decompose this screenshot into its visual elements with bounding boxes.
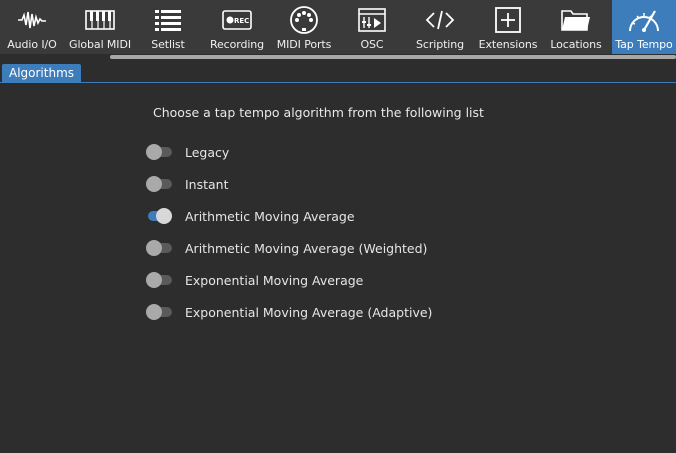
toggle-switch[interactable]: [146, 176, 172, 192]
tab-bar: Algorithms: [0, 62, 676, 83]
option-arithmetic-moving-average-weighted[interactable]: Arithmetic Moving Average (Weighted): [146, 238, 427, 258]
toggle-switch[interactable]: [146, 272, 172, 288]
option-instant[interactable]: Instant: [146, 174, 229, 194]
toggle-switch[interactable]: [146, 240, 172, 256]
toolbar-item-midi-ports[interactable]: MIDI Ports: [272, 0, 336, 54]
keyboard-icon: [82, 4, 118, 36]
midi-port-icon: [286, 4, 322, 36]
toolbar-item-audio-io[interactable]: Audio I/O: [0, 0, 64, 54]
tab-algorithms[interactable]: Algorithms: [2, 64, 82, 82]
toolbar-label: OSC: [360, 38, 384, 51]
rec-badge: REC: [234, 17, 249, 25]
rec-icon: REC: [219, 4, 255, 36]
toolbar-label: Setlist: [151, 38, 185, 51]
folder-icon: [558, 4, 594, 36]
toolbar-item-locations[interactable]: Locations: [546, 0, 606, 54]
toolbar-label: Global MIDI: [69, 38, 131, 51]
toolbar-item-extensions[interactable]: Extensions: [476, 0, 540, 54]
gauge-icon: [626, 4, 662, 36]
toggle-switch[interactable]: [146, 304, 172, 320]
option-label: Instant: [185, 176, 229, 192]
toolbar-item-recording[interactable]: REC Recording: [204, 0, 270, 54]
option-exponential-moving-average-adaptive[interactable]: Exponential Moving Average (Adaptive): [146, 302, 432, 322]
toggle-switch[interactable]: [146, 208, 172, 224]
toolbar-label: MIDI Ports: [276, 38, 332, 51]
osc-icon: [354, 4, 390, 36]
option-label: Arithmetic Moving Average: [185, 208, 355, 224]
plus-box-icon: [490, 4, 526, 36]
toolbar-label: Scripting: [415, 38, 464, 51]
toolbar-label: Locations: [550, 38, 602, 51]
toolbar-item-setlist[interactable]: Setlist: [138, 0, 198, 54]
code-icon: [422, 4, 458, 36]
page-heading: Choose a tap tempo algorithm from the fo…: [153, 105, 484, 120]
toolbar: Audio I/O Global MIDI Setlist REC Record…: [0, 0, 676, 54]
toolbar-label: Recording: [209, 38, 265, 51]
option-arithmetic-moving-average[interactable]: Arithmetic Moving Average: [146, 206, 355, 226]
option-label: Legacy: [185, 144, 230, 160]
toolbar-label: Extensions: [478, 38, 538, 51]
option-label: Arithmetic Moving Average (Weighted): [185, 240, 428, 256]
option-label: Exponential Moving Average: [185, 272, 364, 288]
toolbar-scrollbar[interactable]: [110, 55, 676, 59]
toggle-switch[interactable]: [146, 144, 172, 160]
option-legacy[interactable]: Legacy: [146, 142, 229, 162]
list-icon: [150, 4, 186, 36]
toolbar-item-scripting[interactable]: Scripting: [408, 0, 472, 54]
waveform-icon: [14, 4, 50, 36]
toolbar-item-tap-tempo[interactable]: Tap Tempo: [612, 0, 676, 54]
toolbar-label: Audio I/O: [7, 38, 57, 51]
option-exponential-moving-average[interactable]: Exponential Moving Average: [146, 270, 363, 290]
option-label: Exponential Moving Average (Adaptive): [185, 304, 433, 320]
toolbar-item-osc[interactable]: OSC: [344, 0, 400, 54]
toolbar-label: Tap Tempo: [615, 38, 673, 51]
toolbar-item-global-midi[interactable]: Global MIDI: [64, 0, 136, 54]
